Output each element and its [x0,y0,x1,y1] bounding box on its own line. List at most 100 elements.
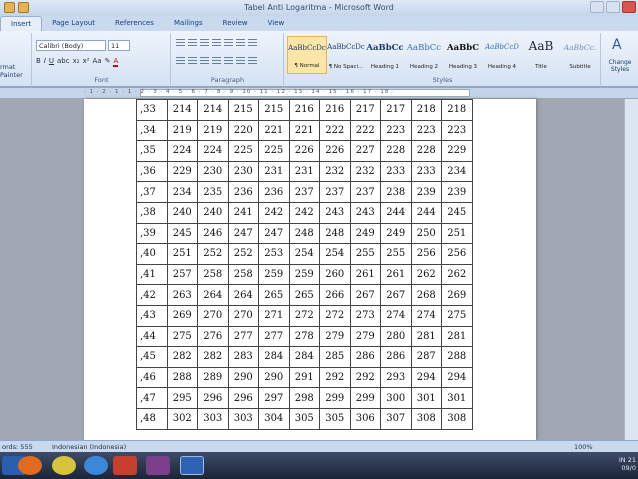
row-key-cell: ,36 [136,160,168,183]
table-cell: 288 [166,366,198,389]
format-buttons: B I U abc x₂ x² Aa ✎ A [36,57,119,67]
winrar-icon[interactable] [146,456,170,475]
bullets-icon[interactable] [176,39,185,48]
zoom-level[interactable]: 100% [574,443,593,451]
superscript-icon[interactable]: x² [83,57,90,67]
table-cell: 239 [441,181,473,203]
ie-icon[interactable] [84,456,108,475]
table-cell: 256 [441,243,473,265]
format-painter-button[interactable]: rmat Painter [0,63,31,79]
table-cell: 270 [197,304,229,327]
table-cell: 294 [441,366,473,389]
pilcrow-icon[interactable] [248,39,257,48]
decrease-indent-icon[interactable] [212,39,221,48]
align-right-icon[interactable] [200,57,209,66]
table-cell: 264 [197,284,229,306]
vertical-scrollbar[interactable] [624,99,638,440]
shading-icon[interactable] [236,57,245,66]
style-normal[interactable]: AaBbCcDc ¶ Normal [287,36,327,74]
table-cell: 266 [319,284,351,306]
style-heading-3[interactable]: AaBbC Heading 3 [443,36,483,74]
table-cell: 255 [380,243,412,265]
tab-review[interactable]: Review [213,16,258,31]
tab-references[interactable]: References [105,16,164,31]
close-button[interactable] [622,1,636,13]
document-page[interactable]: ,33 214 214 215 215 216 216 217 217 218 218,34 219 2… [84,99,536,440]
table-cell: 258 [197,263,229,286]
table-cell: 284 [288,346,320,368]
table-row: ,42 263 264 264 265 265 266 267 267 268 269 [136,284,473,306]
table-cell: 214 [197,99,229,121]
font-group: Calibri (Body) 11 B I U abc x₂ x² Aa ✎ A… [33,33,171,85]
table-cell: 222 [349,119,381,142]
sort-icon[interactable] [236,39,245,48]
table-cell: 251 [166,243,198,265]
align-left-icon[interactable] [176,57,185,66]
font-name-select[interactable]: Calibri (Body) [36,40,106,51]
table-cell: 236 [258,181,290,203]
table-cell: 222 [319,119,351,142]
style-subtitle[interactable]: AaBbCc. Subtitle [560,36,600,74]
table-cell: 284 [258,346,290,368]
table-row: ,40 251 252 252 253 254 254 255 255 256 256 [136,243,473,265]
table-cell: 292 [349,366,381,389]
change-case-icon[interactable]: Aa [93,57,102,67]
borders-icon[interactable] [248,57,257,66]
increase-indent-icon[interactable] [224,39,233,48]
font-size-select[interactable]: 11 [108,40,130,51]
subscript-icon[interactable]: x₂ [73,57,80,67]
multilevel-list-icon[interactable] [200,39,209,48]
styles-group: AaBbCcDc ¶ Normal AaBbCcDc ¶ No Spaci...… [285,33,601,85]
tab-view[interactable]: View [258,16,295,31]
table-cell: 223 [410,119,442,142]
table-cell: 292 [319,366,351,389]
tray-language[interactable]: IN [619,456,626,464]
table-row: ,43 269 270 270 271 272 272 273 274 274 275 [136,304,473,327]
chrome-icon[interactable] [52,456,76,475]
table-cell: 248 [288,222,320,245]
table-row: ,34 219 219 220 221 221 222 222 223 223 223 [136,119,473,142]
minimize-button[interactable] [590,1,604,13]
table-cell: 215 [258,99,290,121]
italic-icon[interactable]: I [44,57,46,67]
justify-icon[interactable] [212,57,221,66]
table-cell: 274 [380,304,412,327]
line-spacing-icon[interactable] [224,57,233,66]
align-center-icon[interactable] [188,57,197,66]
word-icon[interactable] [180,456,204,475]
table-cell: 224 [166,140,198,162]
font-color-icon[interactable]: A [113,57,119,67]
style-no-spacing[interactable]: AaBbCcDc ¶ No Spaci... [326,36,366,74]
table-cell: 295 [166,387,198,409]
style-heading-1[interactable]: AaBbCc Heading 1 [365,36,405,74]
tab-insert[interactable]: Insert [0,16,43,31]
powerpoint-icon[interactable] [113,456,137,475]
maximize-button[interactable] [606,1,620,13]
bold-icon[interactable]: B [36,57,41,67]
table-cell: 290 [258,366,290,389]
row-key-cell: ,35 [136,140,168,162]
language-status[interactable]: Indonesian (Indonesia) [52,443,126,451]
table-cell: 247 [227,222,259,245]
tab-mailings[interactable]: Mailings [164,16,213,31]
style-heading-2[interactable]: AaBbCc Heading 2 [404,36,444,74]
table-cell: 275 [166,325,198,348]
horizontal-ruler[interactable]: · 1 · 2 · 1 · 1 · 2 · 3 · 4 · 5 · 6 · 7 … [0,88,638,98]
change-styles-button[interactable]: A Change Styles [602,33,638,85]
table-cell: 308 [441,407,473,430]
table-cell: 245 [441,201,473,224]
tab-page-layout[interactable]: Page Layout [42,16,105,31]
table-cell: 226 [288,140,320,162]
table-cell: 234 [166,181,198,203]
style-title[interactable]: AaB Title [521,36,561,74]
style-heading-4[interactable]: AaBbCcD Heading 4 [482,36,522,74]
table-cell: 273 [349,304,381,327]
word-count[interactable]: ords: 555 [2,443,33,451]
table-cell: 232 [349,160,381,183]
highlight-icon[interactable]: ✎ [105,57,111,67]
strikethrough-icon[interactable]: abc [57,57,70,67]
numbering-icon[interactable] [188,39,197,48]
underline-icon[interactable]: U [49,57,54,67]
firefox-icon[interactable] [18,456,42,475]
row-key-cell: ,42 [136,284,168,306]
